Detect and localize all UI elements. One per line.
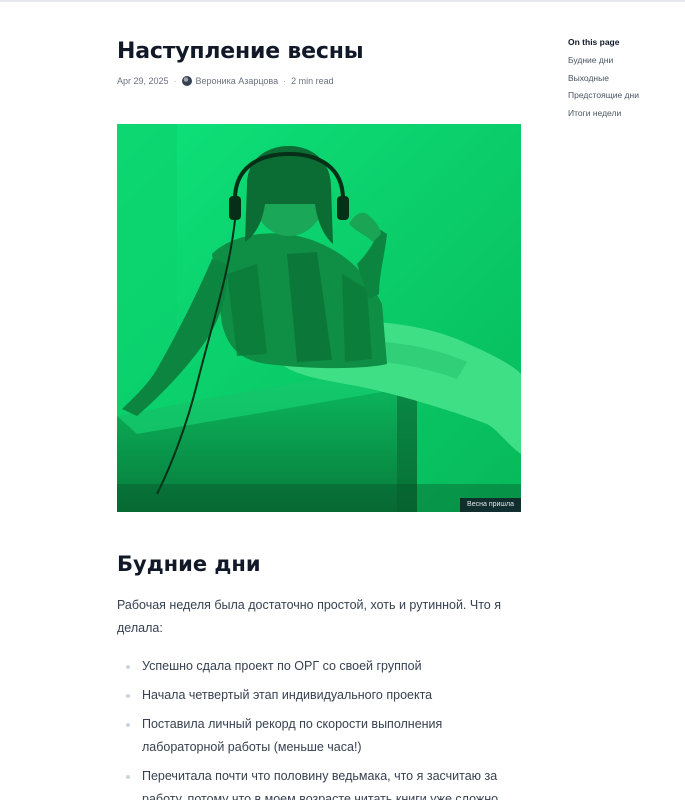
bullet-icon	[126, 665, 130, 669]
list-item-text: Начала четвертый этап индивидуального пр…	[142, 688, 433, 702]
table-of-contents: On this page Будние дни Выходные Предсто…	[568, 36, 678, 124]
publish-date: Apr 29, 2025	[117, 76, 169, 86]
list-item: Начала четвертый этап индивидуального пр…	[117, 684, 521, 707]
weekday-list: Успешно сдала проект по ОРГ со своей гру…	[117, 655, 521, 800]
toc-link-week-summary[interactable]: Итоги недели	[568, 107, 678, 119]
list-item-text: Успешно сдала проект по ОРГ со своей гру…	[142, 659, 422, 673]
list-item-text: Поставила личный рекорд по скорости выпо…	[142, 717, 443, 754]
read-time: 2 min read	[291, 76, 334, 86]
bullet-icon	[126, 723, 130, 727]
article-title: Наступление весны	[117, 39, 364, 64]
hero-image: Весна пришла	[117, 124, 521, 512]
toc-link-upcoming-days[interactable]: Предстоящие дни	[568, 89, 678, 101]
list-item-text: Перечитала почти что половину ведьмака, …	[142, 769, 499, 800]
article-meta: Apr 29, 2025 · Вероника Азарцова · 2 min…	[117, 75, 521, 87]
section-paragraph: Рабочая неделя была достаточно простой, …	[117, 598, 501, 635]
meta-separator: ·	[283, 76, 287, 86]
author-name[interactable]: Вероника Азарцова	[196, 75, 279, 87]
list-item: Успешно сдала проект по ОРГ со своей гру…	[117, 655, 521, 678]
author-avatar	[181, 76, 192, 86]
toc-link-weekend[interactable]: Выходные	[568, 72, 678, 84]
image-caption: Весна пришла	[460, 498, 521, 512]
blog-page: Наступление весны Apr 29, 2025 · Вероник…	[0, 0, 685, 800]
meta-separator: ·	[173, 76, 177, 86]
toc-link-weekdays[interactable]: Будние дни	[568, 54, 678, 66]
list-item: Поставила личный рекорд по скорости выпо…	[117, 713, 521, 759]
section-heading-weekdays: Будние дни	[117, 552, 261, 576]
bullet-icon	[126, 775, 130, 779]
hero-photo	[117, 124, 521, 512]
bullet-icon	[126, 694, 130, 698]
list-item: Перечитала почти что половину ведьмака, …	[117, 765, 521, 800]
article: Наступление весны Apr 29, 2025 · Вероник…	[117, 38, 521, 800]
toc-heading: On this page	[568, 37, 620, 47]
